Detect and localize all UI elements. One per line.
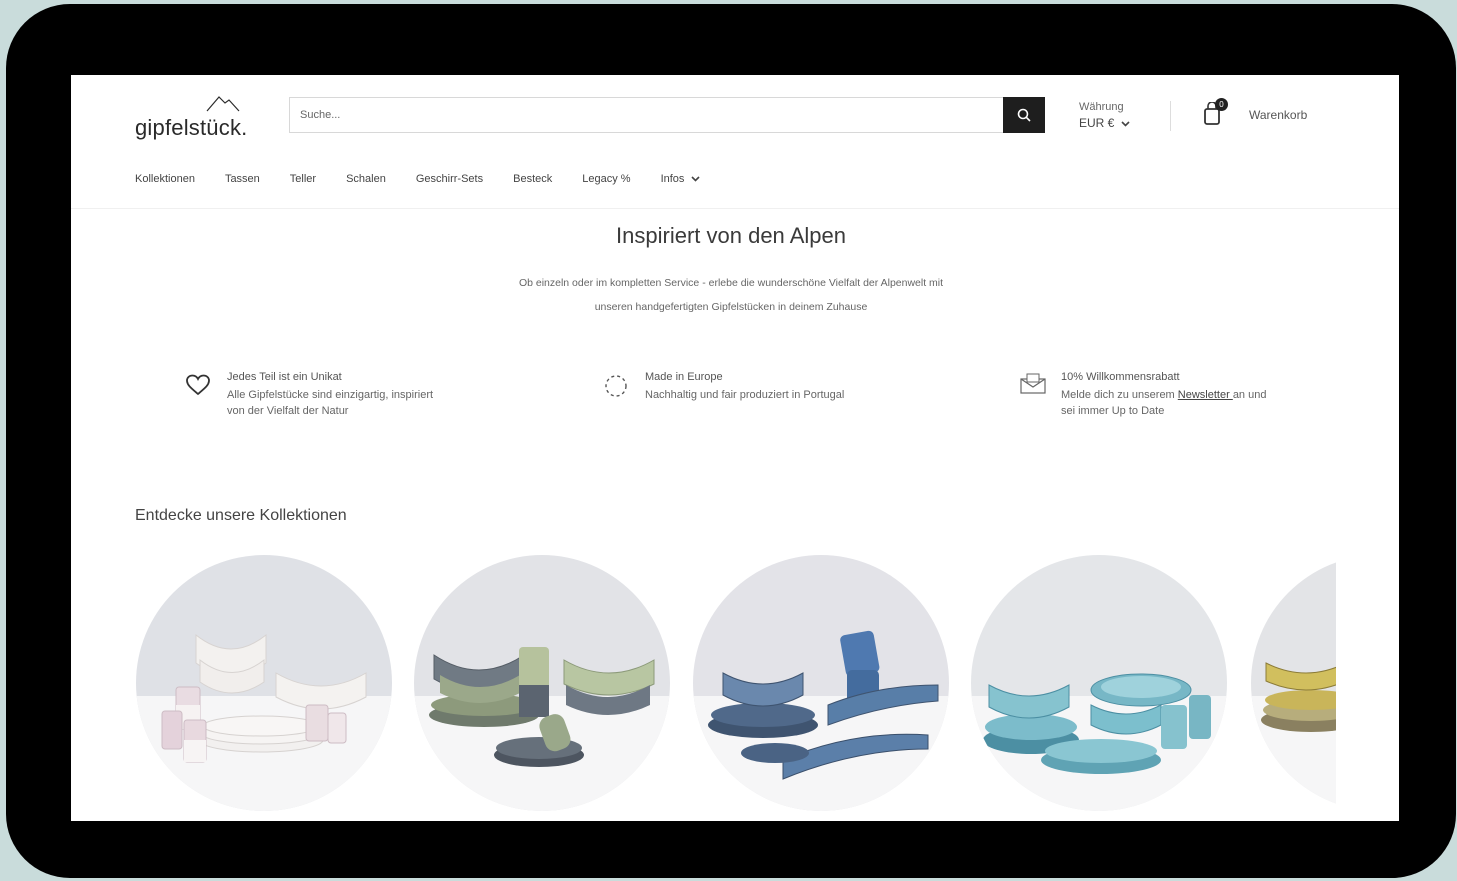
nav-item-schalen[interactable]: Schalen [346, 173, 386, 185]
nav-item-geschirr-sets[interactable]: Geschirr-Sets [416, 173, 483, 185]
hero-subtitle-line: unseren handgefertigten Gipfelstücken in… [594, 301, 868, 313]
feature-title: Made in Europe [645, 371, 723, 383]
device-frame: gipfelstück. Währung EUR € [6, 4, 1456, 878]
cart-count-badge: 0 [1215, 98, 1228, 111]
collection-image-green [429, 647, 655, 767]
hero-subtitle: Ob einzeln oder im kompletten Service - … [421, 271, 1041, 319]
nav-item-teller[interactable]: Teller [290, 173, 316, 185]
chevron-down-icon [691, 176, 701, 182]
feature-text: Melde dich zu unserem [1061, 389, 1178, 401]
search-input[interactable] [290, 98, 1000, 132]
collection-image-turquoise [983, 673, 1211, 774]
currency-value: EUR € [1079, 116, 1115, 130]
feature-text: Nachhaltig und fair produziert in Portug… [645, 389, 845, 401]
carousel-clip [1336, 545, 1399, 821]
main-nav: Kollektionen Tassen Teller Schalen Gesch… [135, 173, 730, 185]
brand-name: gipfelstück. [135, 115, 248, 140]
mountain-icon [206, 96, 240, 112]
collection-card-blue[interactable] [693, 555, 949, 811]
currency-selector[interactable]: Währung EUR € [1079, 99, 1130, 131]
hero-subtitle-line: Ob einzeln oder im kompletten Service - … [518, 277, 944, 289]
nav-item-legacy[interactable]: Legacy % [582, 173, 630, 185]
nav-item-tassen[interactable]: Tassen [225, 173, 260, 185]
chevron-down-icon [1121, 121, 1130, 127]
nav-item-infos[interactable]: Infos [661, 173, 701, 185]
search-icon [1017, 108, 1031, 122]
hero-title: Inspiriert von den Alpen [616, 223, 846, 248]
feature-title: 10% Willkommensrabatt [1061, 371, 1180, 383]
collection-card-green[interactable] [414, 555, 670, 811]
cart-label: Warenkorb [1249, 108, 1308, 122]
newsletter-link[interactable]: Newsletter [1178, 389, 1233, 401]
collection-image-white [161, 633, 367, 763]
search-button[interactable] [1003, 97, 1045, 133]
collection-card-white[interactable] [136, 555, 392, 811]
collection-image-blue [708, 630, 939, 780]
nav-item-kollektionen[interactable]: Kollektionen [135, 173, 195, 185]
collections-title: Entdecke unsere Kollektionen [135, 507, 347, 524]
nav-item-besteck[interactable]: Besteck [513, 173, 552, 185]
collection-card-turquoise[interactable] [971, 555, 1227, 811]
header-divider [1170, 101, 1171, 131]
cart-icon: 0 [1203, 98, 1228, 128]
newsletter-icon [1020, 373, 1046, 394]
currency-label: Währung [1079, 101, 1124, 113]
feature-text: Alle Gipfelstücke sind einzigartig, insp… [227, 389, 434, 417]
cart-button[interactable]: 0 Warenkorb [1203, 97, 1307, 133]
nav-item-infos-label: Infos [660, 173, 685, 185]
search-bar [289, 97, 1045, 133]
feature-title: Jedes Teil ist ein Unikat [227, 371, 342, 383]
nav-divider [71, 208, 1399, 209]
globe-icon [605, 375, 627, 397]
heart-icon [186, 374, 210, 396]
browser-screen: gipfelstück. Währung EUR € [71, 75, 1399, 821]
